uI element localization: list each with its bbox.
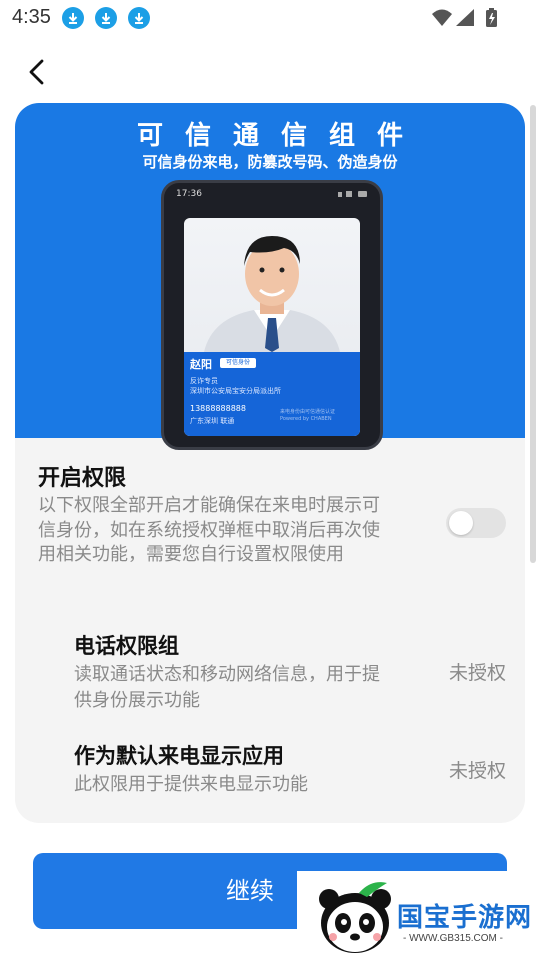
watermark-brand: 国宝手游网 — [397, 903, 533, 933]
caller-photo-card: 赵阳 可信身份 反诈专员 深圳市公安局宝安分局派出所 13888888888 广… — [184, 218, 360, 436]
caller-info-panel: 赵阳 可信身份 反诈专员 深圳市公安局宝安分局派出所 13888888888 广… — [184, 352, 360, 436]
phone-time: 17:36 — [176, 189, 202, 199]
caller-org: 深圳市公安局宝安分局派出所 — [190, 387, 281, 395]
chevron-left-icon — [29, 59, 44, 85]
phone-status-icons — [338, 191, 367, 197]
permission-item-title: 作为默认来电显示应用 — [74, 744, 284, 768]
caller-footer-line1: 来电身份由可信通信认证 — [280, 409, 336, 415]
wifi-icon — [432, 9, 452, 26]
download-icon — [62, 7, 84, 29]
verified-badge: 可信身份 — [220, 358, 256, 368]
caller-role: 反诈专员 — [190, 377, 218, 385]
download-icon — [95, 7, 117, 29]
permission-item-status[interactable]: 未授权 — [449, 756, 506, 783]
status-bar: 4:35 — [0, 0, 540, 38]
caller-location: 广东深圳 联通 — [190, 417, 235, 425]
banner-subtitle: 可信身份来电，防篡改号码、伪造身份 — [142, 153, 398, 171]
status-time: 4:35 — [12, 6, 51, 28]
toggle-knob — [449, 511, 473, 535]
permission-item-description: 读取通话状态和移动网络信息，用于提供身份展示功能 — [74, 664, 380, 711]
permission-item-description: 此权限用于提供来电显示功能 — [74, 774, 308, 795]
signal-battery-icons — [432, 8, 497, 27]
phone-mockup: 17:36 赵阳 可信身份 反诈专员 深圳市公安局宝安分局派出所 1388888… — [161, 180, 383, 450]
caller-name: 赵阳 — [190, 358, 212, 371]
watermark-url: - WWW.GB315.COM - — [403, 933, 503, 944]
back-button[interactable] — [22, 56, 54, 88]
permission-item-status[interactable]: 未授权 — [449, 658, 506, 685]
caller-portrait-image — [204, 236, 340, 352]
permission-item-title: 电话权限组 — [74, 634, 179, 658]
caller-number: 13888888888 — [190, 404, 246, 413]
panda-logo-icon — [319, 882, 391, 953]
watermark: 国宝手游网 - WWW.GB315.COM - — [297, 871, 540, 960]
banner-title: 可信通信组件 — [136, 121, 425, 151]
permissions-master-toggle[interactable] — [446, 508, 506, 538]
banner: 可信通信组件 可信身份来电，防篡改号码、伪造身份 17:36 赵阳 可信身份 反… — [15, 103, 525, 450]
cell-signal-icon — [456, 9, 474, 26]
permissions-description: 以下权限全部开启才能确保在来电时展示可信身份，如在系统授权弹框中取消后再次使用相… — [38, 495, 380, 565]
scrollbar[interactable] — [530, 105, 536, 563]
download-icon — [128, 7, 150, 29]
caller-footer-line2: Powered by CHABEN — [280, 416, 332, 422]
permissions-title: 开启权限 — [38, 466, 127, 491]
